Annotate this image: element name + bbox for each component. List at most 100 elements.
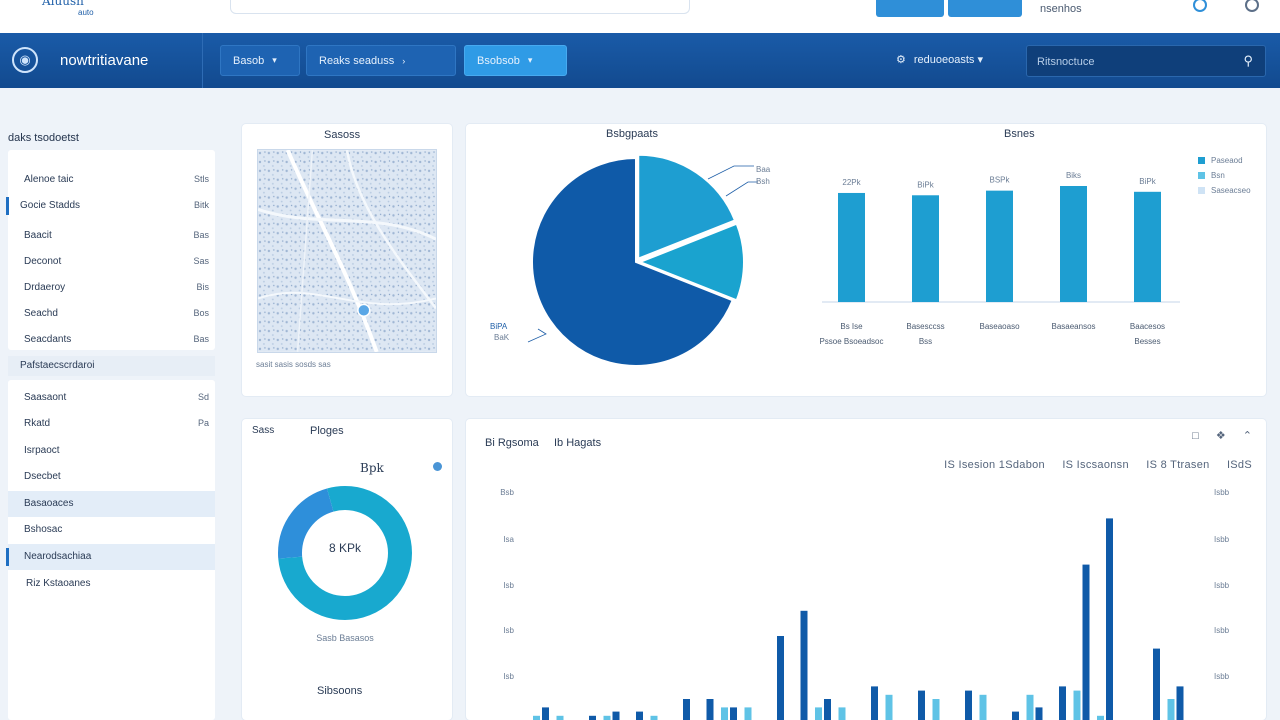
- sidebar-item-value: Bis: [196, 282, 209, 292]
- histogram-bar[interactable]: [683, 699, 690, 720]
- bar[interactable]: [986, 190, 1013, 302]
- nav-tab-label: Basob: [233, 54, 265, 67]
- histogram-bar[interactable]: [1167, 699, 1175, 720]
- sidebar-item[interactable]: Alenoe taic Stls: [8, 167, 215, 193]
- nav-tab-3-active[interactable]: Bsobsob ▾: [464, 45, 567, 76]
- sidebar-item-value: Sas: [193, 256, 209, 266]
- legend-item[interactable]: Paseaod: [1198, 156, 1251, 165]
- histogram-bar[interactable]: [556, 715, 564, 720]
- nav-tab-2[interactable]: Reaks seaduss ›: [306, 45, 456, 76]
- histogram-bar[interactable]: [1106, 518, 1113, 720]
- histogram-bar[interactable]: [979, 694, 987, 720]
- histogram-bar[interactable]: [1097, 715, 1104, 720]
- sidebar-item-value: Sd: [197, 392, 209, 402]
- map-image[interactable]: [257, 149, 437, 353]
- histogram-bar[interactable]: [871, 686, 878, 720]
- y-axis-tick-right: Isbb: [1214, 488, 1230, 497]
- histogram-bar[interactable]: [815, 707, 822, 720]
- histogram-bar[interactable]: [1073, 690, 1081, 720]
- top-search-input[interactable]: [230, 0, 690, 14]
- histogram-bar[interactable]: [650, 715, 658, 720]
- sidebar-item[interactable]: Drdaeroy Bis: [8, 275, 215, 301]
- histogram-bar[interactable]: [744, 707, 752, 720]
- histogram-bar[interactable]: [706, 699, 714, 720]
- sidebar-item-value: Bitk: [193, 200, 209, 210]
- sidebar-heading: daks tsodoetst: [8, 132, 79, 144]
- sidebar-item-highlighted[interactable]: Basaoaces: [8, 491, 215, 517]
- histogram-bar[interactable]: [1153, 648, 1160, 720]
- sidebar-item[interactable]: Riz Kstaoanes: [8, 571, 215, 597]
- sidebar-item-selected[interactable]: Nearodsachiaa: [6, 544, 215, 570]
- app-logo-icon[interactable]: ◉: [12, 47, 38, 73]
- sidebar-item[interactable]: Bshosac: [8, 517, 215, 543]
- histogram-bar[interactable]: [932, 699, 940, 720]
- histogram-bar[interactable]: [1035, 707, 1043, 720]
- histogram-bar[interactable]: [1026, 694, 1034, 720]
- nav-search-input[interactable]: [1037, 54, 1227, 70]
- histogram-bar[interactable]: [1176, 686, 1184, 720]
- main-navbar: ◉ nowtritiavane Basob ▾ Reaks seaduss › …: [0, 33, 1280, 88]
- sidebar-item-label: Riz Kstaoanes: [26, 578, 91, 589]
- legend-item[interactable]: Saseacseo: [1198, 186, 1251, 195]
- top-action-button-primary[interactable]: [876, 0, 944, 17]
- user-label[interactable]: nsenhos: [1040, 3, 1082, 15]
- chevron-down-icon: ▾: [974, 54, 983, 66]
- sidebar-section-header[interactable]: Pafstaecscrdaroi: [8, 356, 215, 376]
- map-card-title: Sasoss: [324, 129, 361, 141]
- sidebar-item[interactable]: Baacit Bas: [8, 223, 215, 249]
- legend-item[interactable]: Bsn: [1198, 171, 1251, 180]
- histogram-bar[interactable]: [800, 610, 808, 720]
- brand-sub: auto: [78, 8, 94, 17]
- histogram-bar[interactable]: [885, 694, 893, 720]
- bar-category-label: Bs Ise: [840, 322, 863, 331]
- histogram-bar[interactable]: [824, 699, 831, 720]
- help-icon[interactable]: [1193, 0, 1207, 12]
- histogram-bar[interactable]: [965, 690, 972, 720]
- y-axis-tick-left: Isb: [503, 581, 514, 590]
- histogram-bar[interactable]: [636, 711, 643, 720]
- nav-divider: [202, 33, 203, 88]
- sidebar-item[interactable]: Isrpaoct: [8, 438, 215, 464]
- histogram-bar[interactable]: [777, 636, 784, 720]
- y-axis-tick-left: Isb: [503, 672, 514, 681]
- bar[interactable]: [838, 192, 865, 302]
- sidebar-item-label: Baacit: [24, 230, 52, 241]
- search-icon[interactable]: ⚲: [1243, 53, 1253, 69]
- y-axis-tick-left: Isa: [503, 535, 514, 544]
- sidebar-item[interactable]: Saasaont Sd: [8, 385, 215, 411]
- bar[interactable]: [1060, 186, 1087, 302]
- histogram-bar[interactable]: [721, 707, 728, 720]
- histogram-bar[interactable]: [1082, 564, 1090, 720]
- histogram-bar[interactable]: [918, 690, 925, 720]
- sidebar-item[interactable]: Rkatd Pa: [8, 411, 215, 437]
- brand-logo[interactable]: Aiuusn auto: [28, 0, 138, 20]
- top-action-button-secondary[interactable]: [948, 0, 1022, 17]
- settings-icon[interactable]: [1245, 0, 1259, 12]
- sidebar-item[interactable]: Seachd Bos: [8, 301, 215, 327]
- donut-chart[interactable]: 8 KPk Sasb Basasos: [242, 419, 452, 720]
- nav-tab-1[interactable]: Basob ▾: [220, 45, 300, 76]
- sidebar-item[interactable]: Deconot Sas: [8, 249, 215, 275]
- histogram-chart[interactable]: Bsb Isa Isb Isb Isb Isbb Isbb Isbb Isbb Isbb: [466, 419, 1266, 720]
- sidebar-item-active[interactable]: Gocie Stadds Bitk: [6, 193, 215, 219]
- histogram-bar[interactable]: [612, 711, 620, 720]
- histogram-bar[interactable]: [730, 707, 737, 720]
- histogram-bar[interactable]: [542, 707, 549, 720]
- sidebar-item-label: Saasaont: [24, 392, 67, 403]
- map-pin-icon[interactable]: [357, 303, 371, 318]
- histogram-bar[interactable]: [603, 715, 611, 720]
- sidebar-item[interactable]: Seacdants Bas: [8, 327, 215, 353]
- sidebar-item[interactable]: Dsecbet: [8, 464, 215, 490]
- histogram-bar[interactable]: [533, 715, 540, 720]
- histogram-bar[interactable]: [1059, 686, 1066, 720]
- histogram-bar[interactable]: [838, 707, 846, 720]
- bar[interactable]: [1134, 191, 1161, 302]
- histogram-bar[interactable]: [1012, 711, 1019, 720]
- sidebar-item-label: Nearodsachiaa: [24, 551, 92, 562]
- bar[interactable]: [912, 195, 939, 302]
- nav-filter-dropdown[interactable]: ⚙ reduoeoasts ▾: [896, 53, 983, 66]
- bar-chart[interactable]: 22PkBs IsePssoe BsoeadsocBiPkBasesccssBs…: [466, 124, 1266, 396]
- histogram-bar[interactable]: [589, 715, 596, 720]
- sidebar-item-label: Seacdants: [24, 334, 72, 345]
- app-title: nowtritiavane: [60, 52, 149, 69]
